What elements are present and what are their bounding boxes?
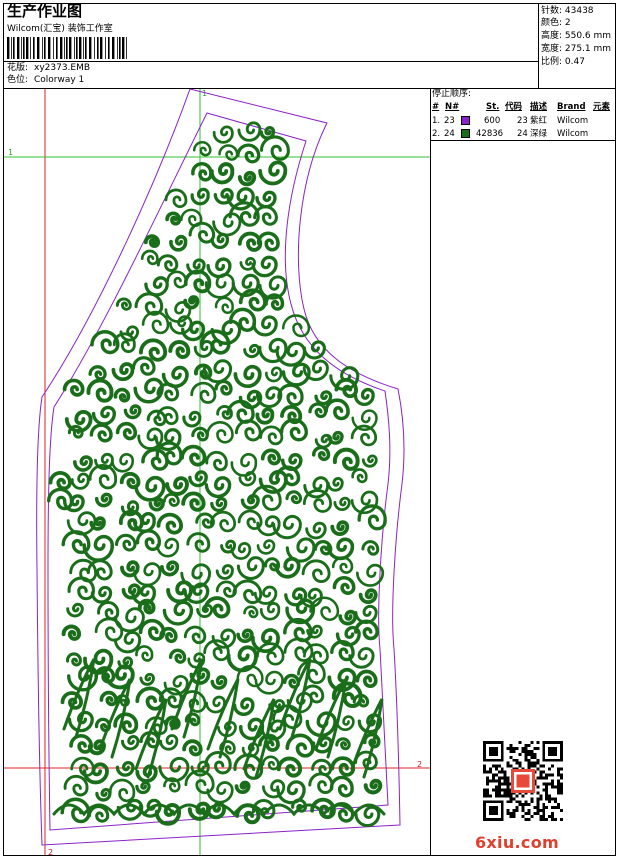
row-needle: 23 — [444, 116, 455, 126]
design-width: 宽度: 275.1 mm — [541, 44, 612, 54]
barcode — [7, 37, 127, 59]
col-element: 元素 — [593, 102, 611, 112]
design-file: xy2373.EMB — [34, 63, 91, 73]
sidebar-divider — [430, 88, 431, 856]
row-stitches: 600 — [484, 116, 501, 126]
guide-label-left: 1 — [8, 148, 13, 157]
row-stitches: 42836 — [476, 129, 504, 139]
qr-code — [480, 738, 566, 824]
col-index: # — [432, 102, 440, 112]
stats-divider — [538, 3, 539, 89]
row-needle: 24 — [444, 129, 455, 139]
row-brand: Wilcom — [557, 116, 589, 126]
colorway-value: Colorway 1 — [34, 75, 85, 85]
row-code: 23 — [517, 116, 528, 126]
company-name: Wilcom(汇宝) 装饰工作室 — [7, 24, 113, 34]
stop-table-bottom — [430, 140, 616, 141]
colorway-label: 色位: — [7, 75, 29, 85]
row-desc: 紫红 — [530, 116, 548, 126]
row-desc: 深绿 — [530, 129, 548, 139]
colorway-divider — [3, 61, 539, 62]
stop-sequence-label: 停止顺序: — [432, 89, 472, 99]
row-index: 2. — [432, 129, 441, 139]
row-index: 1. — [432, 116, 441, 126]
design-label: 花版: — [7, 63, 29, 73]
col-stitches: St. — [486, 102, 500, 112]
col-needle: N# — [445, 102, 460, 112]
page-title: 生产作业图 — [7, 2, 83, 20]
col-brand: Brand — [557, 102, 586, 112]
design-height: 高度: 550.6 mm — [541, 31, 612, 41]
row-code: 24 — [517, 129, 528, 139]
col-code: 代码 — [505, 102, 523, 112]
site-watermark: 6xiu.com — [475, 833, 559, 852]
col-desc: 描述 — [530, 102, 548, 112]
color-swatch — [461, 129, 470, 138]
color-swatch — [461, 116, 470, 125]
embroidery-preview: 1 1 2 2 — [4, 89, 430, 855]
row-brand: Wilcom — [557, 129, 589, 139]
stitch-count: 针数: 43438 — [541, 6, 594, 16]
guide-label-bottom: 2 — [48, 848, 53, 855]
guide-label-right: 2 — [417, 760, 422, 769]
embroidery-motif — [47, 121, 387, 827]
color-count: 颜色: 2 — [541, 18, 571, 28]
design-scale: 比例: 0.47 — [541, 57, 585, 67]
